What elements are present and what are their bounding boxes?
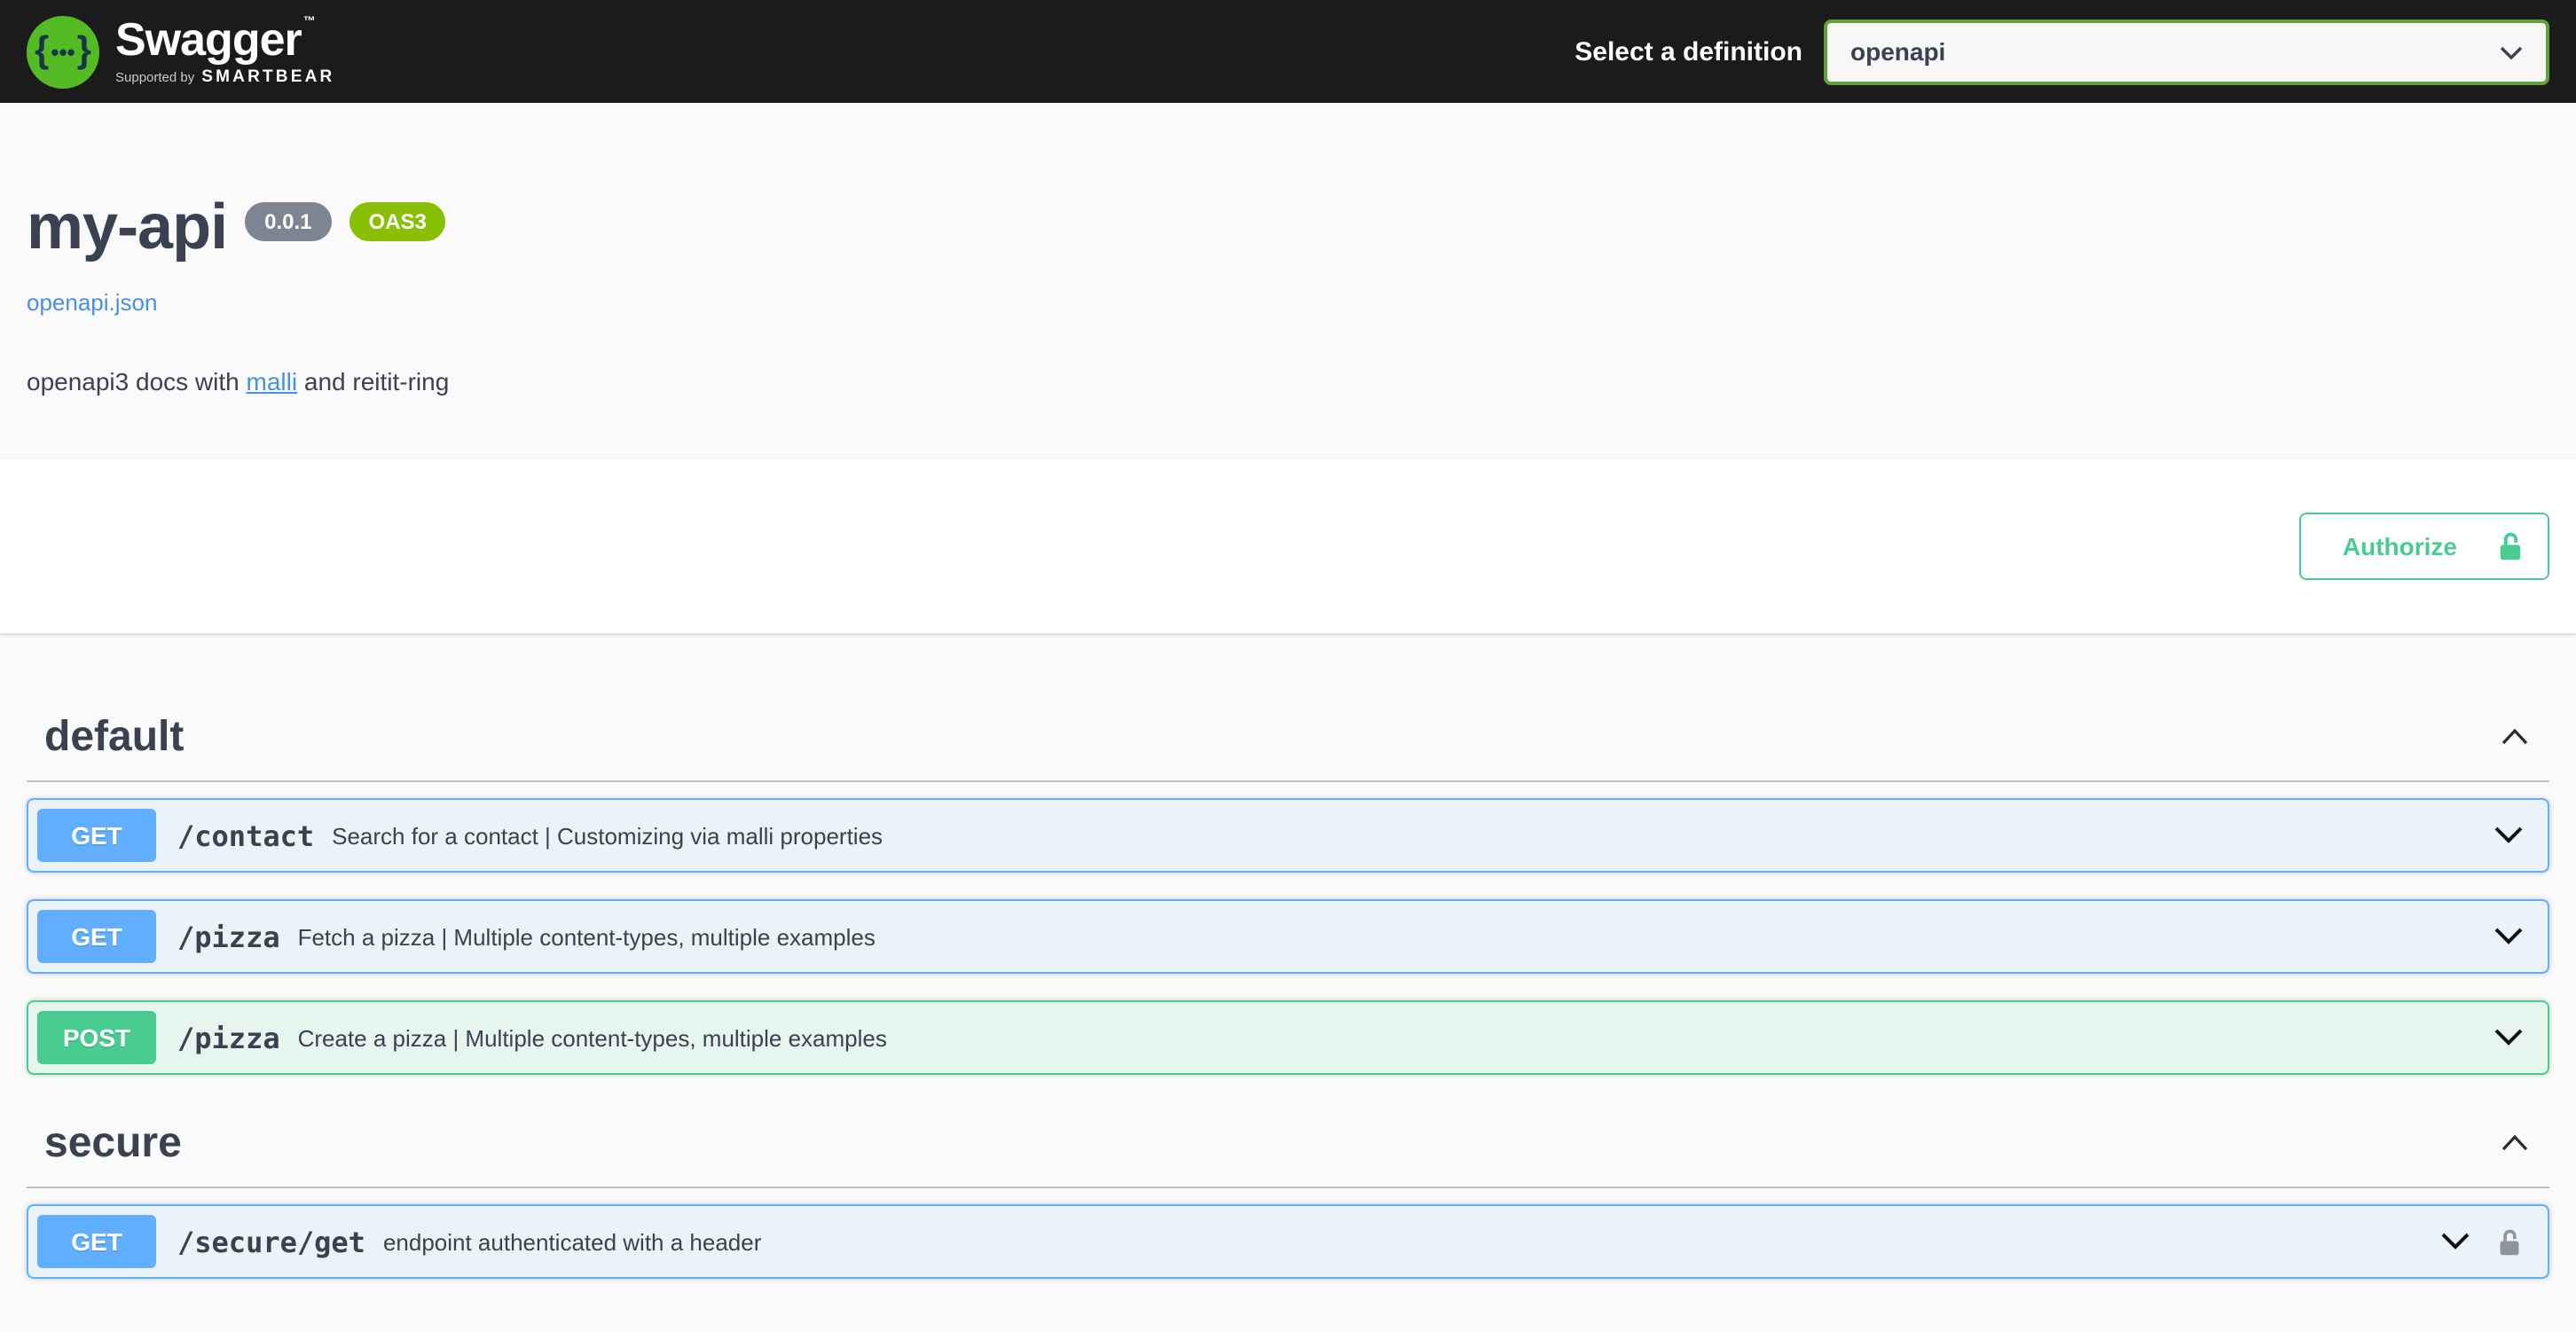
expand-operation-button[interactable] <box>2494 923 2523 950</box>
chevron-up-icon[interactable] <box>2501 1128 2528 1160</box>
opblock-get-contact: GET /contact Search for a contact | Cust… <box>27 798 2549 873</box>
unlocked-padlock-icon <box>2496 530 2525 562</box>
supported-by-text: Supported by <box>115 69 194 85</box>
operation-summary: endpoint authenticated with a header <box>383 1227 2441 1256</box>
expand-operation-button[interactable] <box>2494 822 2523 849</box>
topbar: {•••} Swagger™ Supported by SMARTBEAR Se… <box>0 0 2576 103</box>
version-badge: 0.0.1 <box>245 202 331 241</box>
trademark-symbol: ™ <box>303 16 315 28</box>
swagger-ui-page: {•••} Swagger™ Supported by SMARTBEAR Se… <box>0 0 2576 1332</box>
operation-summary: Create a pizza | Multiple content-types,… <box>298 1023 2494 1052</box>
tag-title: default <box>44 713 184 763</box>
opblock-summary[interactable]: GET /contact Search for a contact | Cust… <box>28 800 2548 871</box>
definition-select[interactable]: openapi <box>1824 19 2549 84</box>
swagger-logo[interactable]: {•••} Swagger™ Supported by SMARTBEAR <box>27 15 334 88</box>
select-definition-label: Select a definition <box>1575 36 1802 67</box>
operation-path: /secure/get <box>156 1225 383 1258</box>
api-description: openapi3 docs with malli and reitit-ring <box>27 367 2549 396</box>
malli-link[interactable]: malli <box>247 367 298 396</box>
chevron-down-icon <box>2494 822 2523 849</box>
spec-url-link[interactable]: openapi.json <box>27 289 157 316</box>
smartbear-brand: SMARTBEAR <box>201 67 334 87</box>
scheme-container: Authorize <box>0 459 2576 633</box>
unlocked-padlock-icon <box>2496 1226 2523 1257</box>
tag-header-default[interactable]: default <box>27 695 2549 782</box>
opblock-summary[interactable]: POST /pizza Create a pizza | Multiple co… <box>28 1002 2548 1073</box>
method-badge: GET <box>37 1215 156 1268</box>
chevron-down-icon <box>2500 37 2523 66</box>
method-badge: POST <box>37 1011 156 1064</box>
method-badge: GET <box>37 910 156 963</box>
opblock-post-pizza: POST /pizza Create a pizza | Multiple co… <box>27 1000 2549 1075</box>
brand-name: Swagger <box>115 12 302 66</box>
chevron-up-icon[interactable] <box>2501 722 2528 754</box>
operations-list: default GET /contact Search for a contac… <box>0 633 2576 1279</box>
info-section: my-api 0.0.1 OAS3 openapi.json openapi3 … <box>0 103 2576 459</box>
authorization-lock-button[interactable] <box>2496 1226 2523 1257</box>
chevron-down-icon <box>2494 923 2523 950</box>
expand-operation-button[interactable] <box>2494 1024 2523 1051</box>
tag-section-secure: secure GET /secure/get endpoint authenti… <box>27 1101 2549 1279</box>
opblock-summary[interactable]: GET /secure/get endpoint authenticated w… <box>28 1206 2548 1277</box>
opblock-get-pizza: GET /pizza Fetch a pizza | Multiple cont… <box>27 899 2549 974</box>
operation-summary: Search for a contact | Customizing via m… <box>332 821 2494 850</box>
tag-section-default: default GET /contact Search for a contac… <box>27 695 2549 1075</box>
definition-select-value: openapi <box>1850 37 1945 66</box>
authorize-button[interactable]: Authorize <box>2300 513 2549 580</box>
method-badge: GET <box>37 809 156 862</box>
chevron-down-icon <box>2441 1228 2470 1255</box>
tag-title: secure <box>44 1119 182 1169</box>
expand-operation-button[interactable] <box>2441 1228 2470 1255</box>
chevron-down-icon <box>2494 1024 2523 1051</box>
operation-path: /pizza <box>156 1021 298 1054</box>
opblock-summary[interactable]: GET /pizza Fetch a pizza | Multiple cont… <box>28 901 2548 972</box>
operation-summary: Fetch a pizza | Multiple content-types, … <box>298 922 2494 951</box>
swagger-logo-icon: {•••} <box>27 15 99 88</box>
operation-path: /pizza <box>156 920 298 953</box>
operation-path: /contact <box>156 819 332 852</box>
tag-header-secure[interactable]: secure <box>27 1101 2549 1188</box>
api-title: my-api <box>27 195 227 259</box>
oas3-badge: OAS3 <box>349 202 446 241</box>
opblock-get-secure-get: GET /secure/get endpoint authenticated w… <box>27 1204 2549 1279</box>
